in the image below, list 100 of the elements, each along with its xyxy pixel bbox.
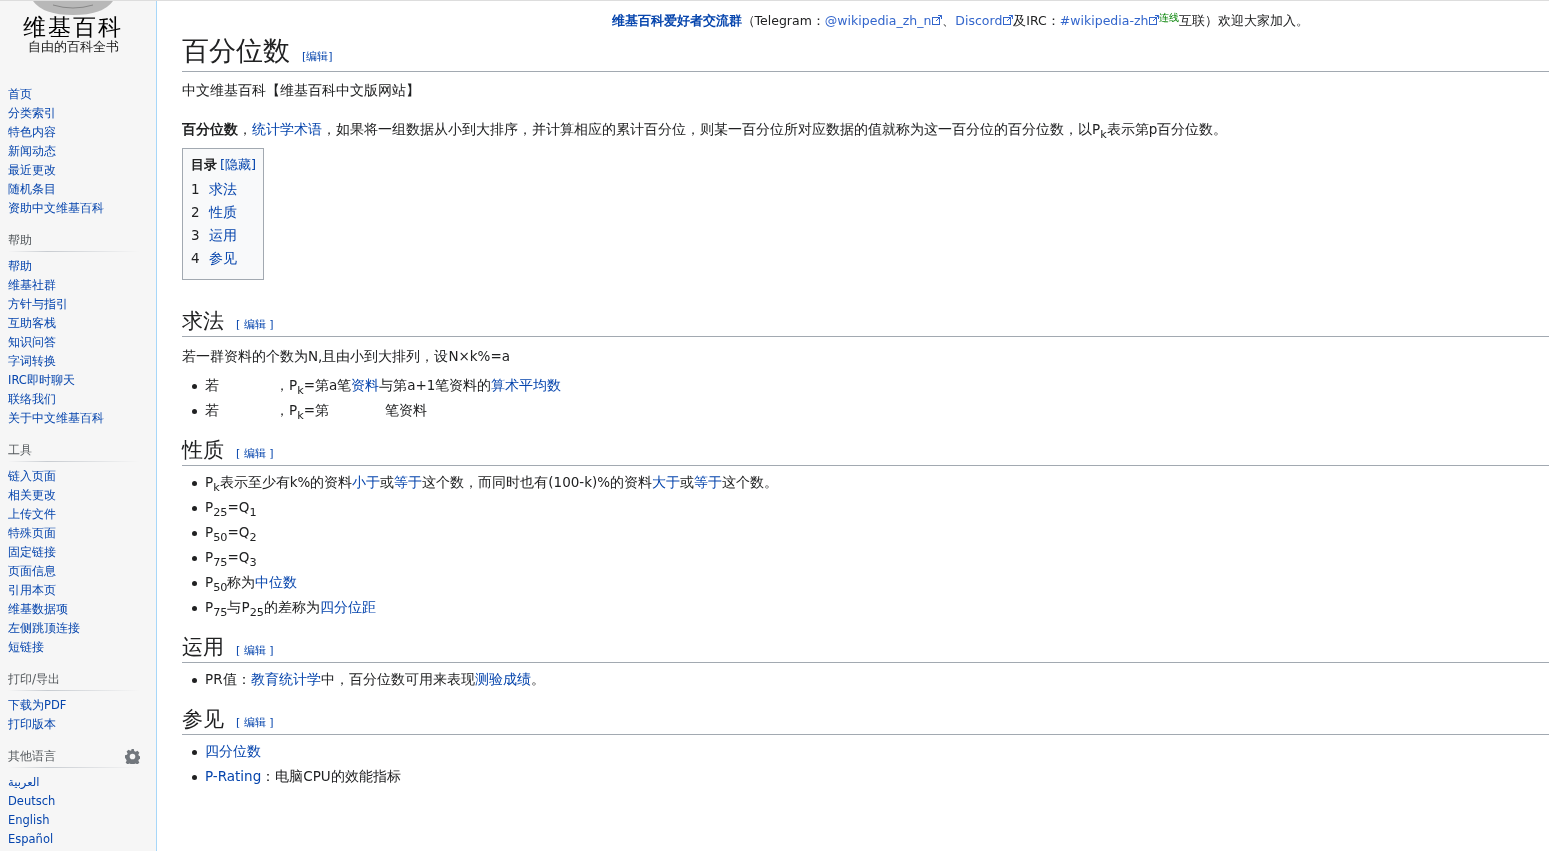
- edit-link[interactable]: [ 编辑 ]: [236, 715, 274, 730]
- sidebar-link[interactable]: 资助中文维基百科: [8, 199, 104, 218]
- toc-heading: 目录: [191, 156, 217, 174]
- bullet-icon: [192, 606, 197, 611]
- link[interactable]: 教育统计学: [250, 671, 321, 687]
- sidebar-link[interactable]: 相关更改: [8, 486, 56, 505]
- sidebar-link[interactable]: 特殊页面: [8, 524, 56, 543]
- sidebar-link[interactable]: 首页: [8, 85, 32, 104]
- sidebar-link[interactable]: 关于中文维基百科: [8, 409, 104, 428]
- sidebar-link[interactable]: 方针与指引: [8, 295, 68, 314]
- sidebar-link[interactable]: Español: [8, 830, 54, 849]
- link[interactable]: 小于: [352, 474, 381, 490]
- external-link[interactable]: Discord: [955, 13, 1014, 28]
- bullet-icon: [192, 531, 197, 536]
- link[interactable]: 统计学术语: [252, 121, 322, 137]
- sidebar-link[interactable]: 维基社群: [8, 276, 56, 295]
- toc-link[interactable]: 运用: [208, 224, 237, 247]
- external-link-icon: [932, 15, 943, 25]
- sidebar-link[interactable]: 联络我们: [8, 390, 56, 409]
- page-title: 百分位数: [182, 34, 290, 68]
- toc-link[interactable]: 求法: [208, 178, 237, 201]
- settings-icon[interactable]: [125, 749, 140, 764]
- sidebar-link[interactable]: 字词转换: [8, 352, 56, 371]
- bullet-icon: [192, 481, 197, 486]
- sidebar-link[interactable]: 上传文件: [8, 505, 56, 524]
- sidebar-link[interactable]: IRC即时聊天: [8, 371, 75, 390]
- external-link-icon: [1003, 15, 1014, 25]
- list-item: P$_{k}$表示至少有k%的资料小于或等于这个数，而同时也有(100-k)%的资料大于或等于这个数。: [205, 473, 779, 495]
- sidebar-link[interactable]: 特色内容: [8, 123, 56, 142]
- bullet-icon: [192, 775, 197, 780]
- paragraph: 百分位数，统计学术语，如果将一组数据从小到大排序，并计算相应的累计百分位，则某一百分位所对应数据的值就称为这一百分位的百分位数，以P$_{k}$表示第p百分位数。: [182, 120, 1229, 140]
- bullet-icon: [192, 384, 197, 389]
- sidebar-link[interactable]: 新闻动态: [8, 142, 56, 161]
- edit-link[interactable]: [ 编辑 ]: [236, 317, 274, 332]
- link[interactable]: P-Rating: [205, 768, 262, 784]
- section-heading: 参见: [182, 706, 224, 733]
- bullet-icon: [192, 409, 197, 414]
- portal-heading: 打印/导出: [8, 671, 61, 688]
- link[interactable]: 维基百科爱好者交流群: [611, 13, 742, 28]
- link[interactable]: 等于: [694, 474, 723, 490]
- list-item: P$_{75}$与P$_{25}$的差称为四分位距: [205, 598, 376, 620]
- list-item: P$_{50}$=Q$_{2}$: [205, 523, 257, 545]
- logo-tagline: 自由的百科全书: [27, 39, 119, 55]
- site-notice: 维基百科爱好者交流群（Telegram：@wikipedia_zh_n 、Discord 及IRC：#wikipedia-zh $^{连线}$互联）欢迎大家加入。: [610, 11, 1311, 29]
- list-item: 若 ，P$_{k}$=第 笔资料: [205, 401, 427, 423]
- sidebar-link[interactable]: العربية: [8, 773, 40, 792]
- sidebar-link[interactable]: 分类索引: [8, 104, 56, 123]
- list-item: PR值：教育统计学中，百分位数可用来表现测验成绩。: [205, 670, 545, 689]
- toc-link[interactable]: 性质: [208, 201, 237, 224]
- list-item: P$_{75}$=Q$_{3}$: [205, 548, 257, 570]
- toc-number: 1: [191, 180, 200, 199]
- sidebar-link[interactable]: 左侧跳顶连接: [8, 619, 80, 638]
- section-heading: 求法: [182, 308, 224, 335]
- portal-heading: 其他语言: [8, 748, 56, 765]
- external-link-icon: [1149, 15, 1160, 25]
- sidebar-link[interactable]: English: [8, 811, 50, 830]
- paragraph: 若一群资料的个数为N,且由小到大排列，设N×k%=a: [182, 347, 512, 366]
- external-link[interactable]: @wikipedia_zh_n: [824, 13, 943, 28]
- sidebar-link[interactable]: 引用本页: [8, 581, 56, 600]
- sidebar-link[interactable]: 固定链接: [8, 543, 56, 562]
- edit-link[interactable]: [编辑]: [302, 49, 333, 64]
- link[interactable]: 四分位距: [319, 599, 376, 615]
- link[interactable]: 大于: [652, 474, 681, 490]
- link[interactable]: 等于: [394, 474, 423, 490]
- sidebar-link[interactable]: 维基数据项: [8, 600, 68, 619]
- external-link[interactable]: #wikipedia-zh: [1059, 13, 1160, 28]
- sidebar-link[interactable]: 短链接: [8, 638, 44, 657]
- bullet-icon: [192, 556, 197, 561]
- globe-icon[interactable]: [33, 1, 113, 15]
- sidebar-link[interactable]: 页面信息: [8, 562, 56, 581]
- section-heading: 运用: [182, 634, 224, 661]
- section-heading: 性质: [182, 437, 224, 464]
- edit-link[interactable]: [ 编辑 ]: [236, 643, 274, 658]
- sidebar-link[interactable]: 最近更改: [8, 161, 56, 180]
- toc-number: 3: [191, 226, 200, 245]
- link[interactable]: 资料: [351, 377, 380, 393]
- sidebar-link[interactable]: 互助客栈: [8, 314, 56, 333]
- list-item: P$_{50}$称为中位数: [205, 573, 298, 595]
- toc-number: 2: [191, 203, 200, 222]
- sidebar-link[interactable]: 帮助: [8, 257, 32, 276]
- portal-heading: 工具: [8, 442, 32, 459]
- sidebar-link[interactable]: 打印版本: [8, 715, 56, 734]
- link[interactable]: 四分位数: [205, 743, 261, 759]
- logo-title: 维基百科: [23, 15, 123, 39]
- bullet-icon: [192, 750, 197, 755]
- sidebar-link[interactable]: 随机条目: [8, 180, 56, 199]
- sidebar-link[interactable]: 链入页面: [8, 467, 56, 486]
- sidebar-link[interactable]: Deutsch: [8, 792, 56, 811]
- toggle-link[interactable]: [隐藏]: [220, 156, 257, 174]
- link[interactable]: 测验成绩: [474, 671, 531, 687]
- link[interactable]: 中位数: [255, 574, 298, 590]
- toc-number: 4: [191, 249, 200, 268]
- portal-heading: 帮助: [8, 232, 32, 249]
- sidebar-link[interactable]: 知识问答: [8, 333, 56, 352]
- note-label: 连线: [1159, 12, 1180, 23]
- toc-link[interactable]: 参见: [208, 247, 237, 270]
- edit-link[interactable]: [ 编辑 ]: [236, 446, 274, 461]
- link[interactable]: 算术平均数: [491, 377, 562, 393]
- bullet-icon: [192, 506, 197, 511]
- sidebar-link[interactable]: 下载为PDF: [8, 696, 67, 715]
